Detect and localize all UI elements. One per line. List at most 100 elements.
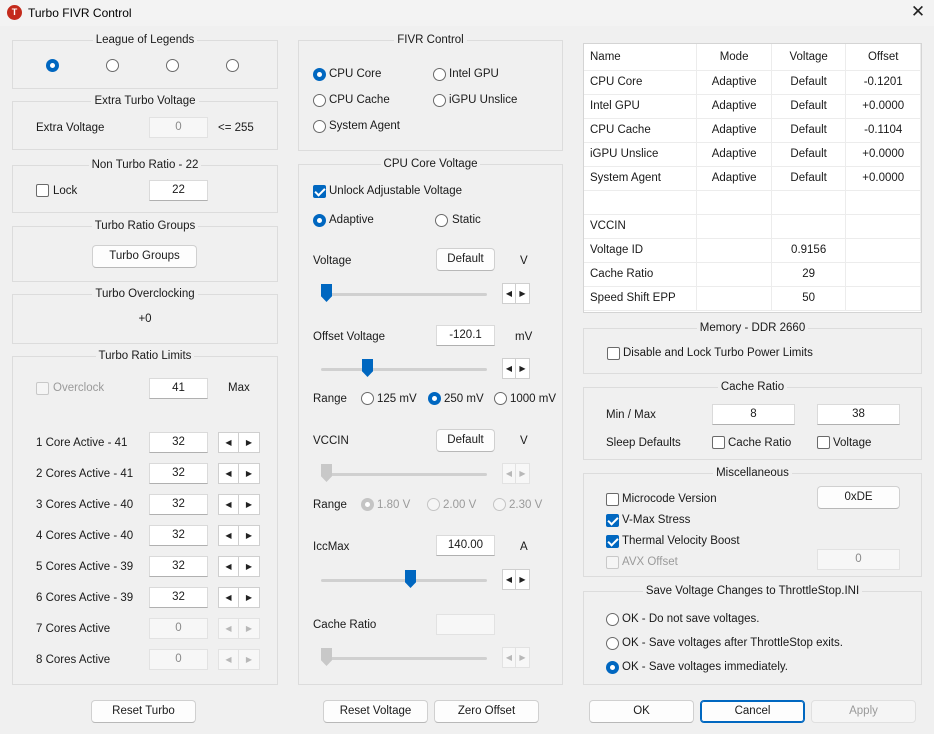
unlock-voltage-checkbox[interactable] xyxy=(313,185,326,198)
offset-slider-thumb[interactable] xyxy=(362,359,373,377)
system-agent-radio[interactable] xyxy=(313,120,326,133)
turbo-row-field[interactable]: 32 xyxy=(149,432,208,453)
chevron-left-icon[interactable]: ◀ xyxy=(219,433,239,452)
chevron-right-icon[interactable]: ▶ xyxy=(516,284,529,303)
range-1000-radio[interactable] xyxy=(494,392,507,405)
turbo-row-spinner[interactable]: ◀ ▶ xyxy=(218,463,260,484)
overclock-checkbox[interactable] xyxy=(36,382,49,395)
reset-voltage-button[interactable]: Reset Voltage xyxy=(323,700,428,723)
chevron-right-icon[interactable]: ▶ xyxy=(239,619,259,638)
vccin-slider-track[interactable] xyxy=(321,473,487,476)
cache-min-field[interactable]: 8 xyxy=(712,404,795,425)
league-radio-2[interactable] xyxy=(106,59,119,72)
save-opt2-radio[interactable] xyxy=(606,637,619,650)
league-radio-1[interactable] xyxy=(46,59,59,72)
igpu-unslice-radio[interactable] xyxy=(433,94,446,107)
turbo-row-field[interactable]: 32 xyxy=(149,587,208,608)
chevron-right-icon[interactable]: ▶ xyxy=(239,464,259,483)
overclock-field[interactable]: 41 xyxy=(149,378,208,399)
disable-power-limits-checkbox[interactable] xyxy=(607,347,620,360)
turbo-row-spinner[interactable]: ◀ ▶ xyxy=(218,432,260,453)
vmax-stress-checkbox[interactable] xyxy=(606,514,619,527)
intel-gpu-radio[interactable] xyxy=(433,68,446,81)
vccin-230-radio[interactable] xyxy=(493,498,506,511)
chevron-right-icon[interactable]: ▶ xyxy=(239,588,259,607)
vccin-180-radio[interactable] xyxy=(361,498,374,511)
turbo-row-spinner[interactable]: ◀ ▶ xyxy=(218,587,260,608)
apply-button[interactable]: Apply xyxy=(811,700,916,723)
chevron-left-icon[interactable]: ◀ xyxy=(219,464,239,483)
iccmax-slider-thumb[interactable] xyxy=(405,570,416,588)
vccin-slider-thumb[interactable] xyxy=(321,464,332,482)
voltage-slider-track[interactable] xyxy=(321,293,487,296)
avx-offset-checkbox[interactable] xyxy=(606,556,619,569)
voltage-slider-thumb[interactable] xyxy=(321,284,332,302)
turbo-row-spinner[interactable]: ◀ ▶ xyxy=(218,618,260,639)
lock-checkbox[interactable] xyxy=(36,184,49,197)
chevron-right-icon[interactable]: ▶ xyxy=(516,359,529,378)
turbo-row-field[interactable]: 32 xyxy=(149,556,208,577)
turbo-row-spinner[interactable]: ◀ ▶ xyxy=(218,525,260,546)
offset-voltage-field[interactable]: -120.1 xyxy=(436,325,495,346)
cache-max-field[interactable]: 38 xyxy=(817,404,900,425)
reset-turbo-button[interactable]: Reset Turbo xyxy=(91,700,196,723)
non-turbo-ratio-field[interactable]: 22 xyxy=(149,180,208,201)
chevron-right-icon[interactable]: ▶ xyxy=(239,650,259,669)
chevron-left-icon[interactable]: ◀ xyxy=(219,495,239,514)
range-250-radio[interactable] xyxy=(428,392,441,405)
ok-button[interactable]: OK xyxy=(589,700,694,723)
vccin-200-radio[interactable] xyxy=(427,498,440,511)
iccmax-slider-track[interactable] xyxy=(321,579,487,582)
cancel-button[interactable]: Cancel xyxy=(700,700,805,723)
voltage-spinner[interactable]: ◀ ▶ xyxy=(502,283,530,304)
turbo-row-field[interactable]: 0 xyxy=(149,649,208,670)
vccin-default-button[interactable]: Default xyxy=(436,429,495,452)
chevron-left-icon[interactable]: ◀ xyxy=(219,619,239,638)
turbo-row-field[interactable]: 32 xyxy=(149,463,208,484)
static-radio[interactable] xyxy=(435,214,448,227)
extra-voltage-field[interactable]: 0 xyxy=(149,117,208,138)
chevron-left-icon[interactable]: ◀ xyxy=(219,557,239,576)
chevron-right-icon[interactable]: ▶ xyxy=(239,557,259,576)
chevron-left-icon[interactable]: ◀ xyxy=(219,526,239,545)
chevron-left-icon[interactable]: ◀ xyxy=(219,650,239,669)
chevron-left-icon[interactable]: ◀ xyxy=(219,588,239,607)
iccmax-spinner[interactable]: ◀ ▶ xyxy=(502,569,530,590)
avx-offset-field[interactable]: 0 xyxy=(817,549,900,570)
close-icon[interactable]: ✕ xyxy=(908,2,928,22)
save-opt3-radio[interactable] xyxy=(606,661,619,674)
cache-ratio-field[interactable] xyxy=(436,614,495,635)
cache-spinner[interactable]: ◀ ▶ xyxy=(502,647,530,668)
chevron-right-icon[interactable]: ▶ xyxy=(516,570,529,589)
turbo-row-field[interactable]: 0 xyxy=(149,618,208,639)
chevron-left-icon[interactable]: ◀ xyxy=(503,284,516,303)
vccin-spinner[interactable]: ◀ ▶ xyxy=(502,463,530,484)
sleep-voltage-checkbox[interactable] xyxy=(817,436,830,449)
cpu-core-radio[interactable] xyxy=(313,68,326,81)
turbo-row-spinner[interactable]: ◀ ▶ xyxy=(218,649,260,670)
adaptive-radio[interactable] xyxy=(313,214,326,227)
sleep-cache-ratio-checkbox[interactable] xyxy=(712,436,725,449)
zero-offset-button[interactable]: Zero Offset xyxy=(434,700,539,723)
turbo-row-spinner[interactable]: ◀ ▶ xyxy=(218,494,260,515)
chevron-left-icon[interactable]: ◀ xyxy=(503,359,516,378)
cache-slider-thumb[interactable] xyxy=(321,648,332,666)
turbo-row-field[interactable]: 32 xyxy=(149,525,208,546)
chevron-left-icon[interactable]: ◀ xyxy=(503,464,516,483)
microcode-value[interactable]: 0xDE xyxy=(817,486,900,509)
offset-spinner[interactable]: ◀ ▶ xyxy=(502,358,530,379)
chevron-left-icon[interactable]: ◀ xyxy=(503,648,516,667)
save-opt1-radio[interactable] xyxy=(606,613,619,626)
microcode-checkbox[interactable] xyxy=(606,493,619,506)
tvb-checkbox[interactable] xyxy=(606,535,619,548)
turbo-row-field[interactable]: 32 xyxy=(149,494,208,515)
chevron-right-icon[interactable]: ▶ xyxy=(239,433,259,452)
turbo-groups-button[interactable]: Turbo Groups xyxy=(92,245,197,268)
chevron-right-icon[interactable]: ▶ xyxy=(239,526,259,545)
turbo-row-spinner[interactable]: ◀ ▶ xyxy=(218,556,260,577)
range-125-radio[interactable] xyxy=(361,392,374,405)
league-radio-3[interactable] xyxy=(166,59,179,72)
chevron-right-icon[interactable]: ▶ xyxy=(516,464,529,483)
voltage-default-button[interactable]: Default xyxy=(436,248,495,271)
iccmax-field[interactable]: 140.00 xyxy=(436,535,495,556)
